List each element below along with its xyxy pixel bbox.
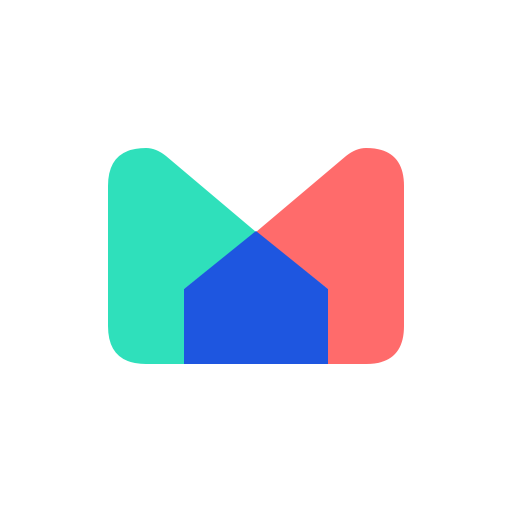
envelope-house-logo-icon [108, 148, 404, 364]
app-icon-canvas [0, 0, 512, 512]
